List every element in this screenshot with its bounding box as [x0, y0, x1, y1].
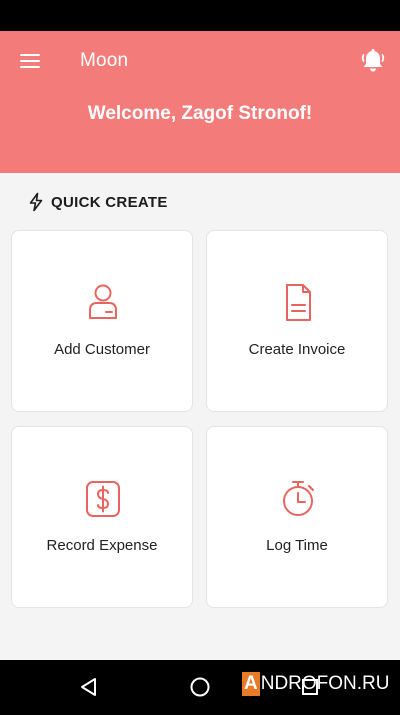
home-circle-icon: [190, 677, 210, 697]
lightning-icon: [29, 192, 43, 212]
add-customer-label: Add Customer: [54, 341, 150, 358]
quick-create-label: QUICK CREATE: [51, 193, 168, 211]
hamburger-icon-line: [20, 54, 40, 56]
watermark-text: NDROFON.RU: [260, 673, 390, 694]
menu-button[interactable]: [18, 51, 44, 71]
app-title: Moon: [80, 50, 129, 71]
welcome-message: Welcome, Zagof Stronof!: [87, 103, 313, 124]
watermark-first-letter: A: [242, 672, 260, 696]
create-invoice-card[interactable]: Create Invoice: [206, 230, 388, 412]
record-expense-card[interactable]: Record Expense: [11, 426, 193, 608]
notifications-button[interactable]: [358, 46, 388, 76]
home-button[interactable]: [187, 674, 213, 700]
watermark: A NDROFON.RU: [242, 671, 390, 697]
quick-create-heading: QUICK CREATE: [27, 192, 168, 212]
hamburger-icon-line: [20, 60, 40, 62]
expense-icon: [86, 481, 120, 517]
status-bar: [0, 0, 400, 31]
bell-icon: [361, 49, 385, 72]
customer-icon: [89, 284, 117, 319]
app-header: Moon Welcome, Zagof Stronof!: [0, 31, 400, 173]
log-time-label: Log Time: [266, 537, 328, 554]
invoice-icon: [286, 284, 311, 321]
create-invoice-label: Create Invoice: [248, 341, 346, 358]
back-triangle-icon: [81, 678, 96, 696]
log-time-card[interactable]: Log Time: [206, 426, 388, 608]
hamburger-icon-line: [20, 66, 40, 68]
add-customer-card[interactable]: Add Customer: [11, 230, 193, 412]
record-expense-label: Record Expense: [46, 537, 158, 554]
timer-icon: [283, 481, 314, 516]
back-button[interactable]: [77, 674, 103, 700]
